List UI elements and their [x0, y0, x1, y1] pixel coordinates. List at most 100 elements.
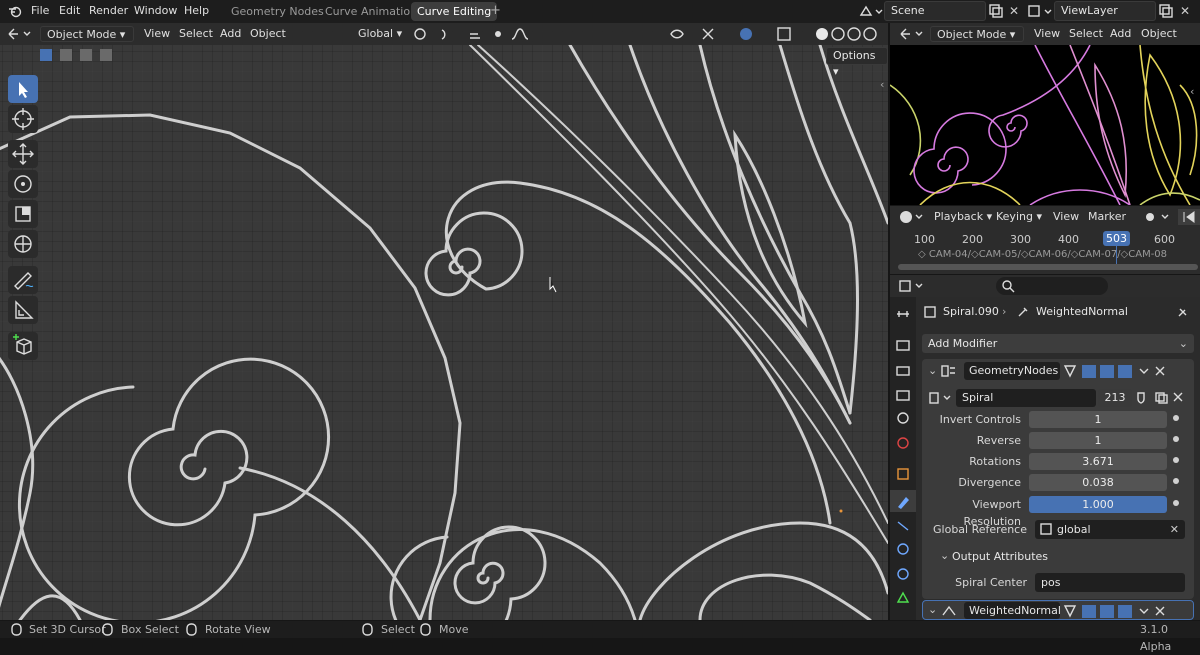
preview-object-mode-dropdown[interactable]: Object Mode ▾ — [930, 26, 1024, 42]
blender-logo-icon[interactable] — [7, 3, 23, 19]
clear-reference-icon[interactable]: ✕ — [1170, 520, 1179, 539]
delete-scene-icon[interactable]: ✕ — [1009, 0, 1019, 22]
keyframe-controls-icons[interactable] — [1142, 209, 1200, 225]
mouse-right-icon — [362, 623, 373, 636]
viewport-menu-view[interactable]: View — [144, 26, 170, 42]
modifier-name-input[interactable]: GeometryNodes — [964, 362, 1060, 380]
scene-selector[interactable]: Scene — [884, 1, 986, 21]
view-layer-selector[interactable]: ViewLayer — [1054, 1, 1156, 21]
timeline[interactable]: Playback ▾ Keying ▾ View Marker 100 200 … — [890, 206, 1200, 274]
properties-editor-icon[interactable] — [898, 278, 926, 294]
options-dropdown[interactable]: Options ▾ — [826, 47, 888, 78]
menu-render[interactable]: Render — [89, 0, 128, 22]
timeline-menu-marker[interactable]: Marker — [1088, 209, 1126, 225]
rotations-field[interactable]: 3.671 — [1029, 453, 1167, 470]
add-modifier-button[interactable]: Add Modifier ⌄ — [922, 334, 1194, 353]
preview-menu-add[interactable]: Add — [1110, 26, 1131, 42]
tab-curve-animation[interactable]: Curve Animation — [319, 2, 423, 21]
tool-move[interactable] — [8, 140, 38, 168]
breadcrumb-modifier[interactable]: WeightedNormal — [1036, 305, 1128, 318]
global-reference-field[interactable]: global ✕ — [1035, 520, 1185, 539]
camera-preview[interactable]: ‹ — [890, 45, 1200, 205]
preview-menu-select[interactable]: Select — [1069, 26, 1103, 42]
collapse-icon[interactable]: ⌄ — [928, 364, 937, 377]
add-workspace-button[interactable]: + — [490, 0, 501, 22]
pin-icon[interactable] — [1176, 305, 1190, 319]
keyframe-dot-icon[interactable] — [1173, 500, 1179, 506]
keyframe-dot-icon[interactable] — [1173, 457, 1179, 463]
options-label: Options — [833, 49, 876, 62]
tool-transform[interactable] — [8, 230, 38, 258]
tool-select-box[interactable] — [8, 75, 38, 103]
viewport-menu-object[interactable]: Object — [250, 26, 286, 42]
tool-rotate[interactable] — [8, 170, 38, 198]
timeline-editor-icon[interactable] — [898, 209, 926, 225]
properties-tab-icons[interactable] — [890, 297, 916, 620]
node-group-input[interactable]: Spiral — [956, 389, 1096, 407]
scene-icon[interactable] — [858, 3, 884, 19]
modifier2-name-input[interactable]: WeightedNormal — [964, 602, 1061, 619]
modifier2-toggle-icons[interactable] — [1062, 603, 1172, 619]
copy-scene-icon[interactable] — [988, 3, 1004, 19]
reverse-field[interactable]: 1 — [1029, 432, 1167, 449]
menu-edit[interactable]: Edit — [59, 0, 80, 22]
tool-add-cube[interactable] — [8, 332, 38, 360]
sidebar-toggle-icon[interactable]: ‹ — [880, 78, 884, 91]
divergence-field[interactable]: 0.038 — [1029, 474, 1167, 491]
global-reference-label: Global Reference — [933, 523, 1027, 536]
keyframe-dot-icon[interactable] — [1173, 478, 1179, 484]
node-tree-icon[interactable] — [928, 390, 958, 406]
timeline-menu-view[interactable]: View — [1053, 209, 1079, 225]
collapse-icon[interactable]: ⌄ — [928, 603, 937, 616]
invert-controls-field[interactable]: 1 — [1029, 411, 1167, 428]
snapping-icons[interactable] — [412, 26, 532, 42]
viewport-resolution-field[interactable]: 1.000 — [1029, 496, 1167, 513]
timeline-scrollbar[interactable] — [898, 264, 1198, 270]
viewport-menu-select[interactable]: Select — [179, 26, 213, 42]
preview-sidebar-toggle-icon[interactable]: ‹ — [1190, 85, 1194, 98]
current-frame-badge[interactable]: 503 — [1103, 231, 1130, 246]
timeline-menu-playback[interactable]: Playback ▾ — [934, 209, 992, 225]
camera-markers[interactable]: ◇ CAM-04/◇CAM-05/◇CAM-06/◇CAM-07/◇CAM-08 — [918, 249, 1167, 260]
menu-help[interactable]: Help — [184, 0, 209, 22]
node-group-users[interactable]: 213 — [1098, 389, 1132, 407]
breadcrumb-object[interactable]: Spiral.090 — [943, 305, 999, 318]
output-attributes-toggle-icon[interactable]: ⌄ — [940, 549, 949, 562]
properties-search-input[interactable] — [996, 277, 1108, 295]
tab-curve-editing[interactable]: Curve Editing — [411, 2, 498, 21]
status-box-select: Box Select — [121, 623, 179, 636]
modifier-name-value: GeometryNodes — [969, 364, 1059, 377]
output-attributes-header[interactable]: Output Attributes — [952, 550, 1048, 563]
viewport-shading-icons[interactable] — [668, 26, 888, 42]
modifier-toggle-icons[interactable] — [1062, 363, 1172, 379]
tool-scale[interactable] — [8, 200, 38, 228]
node-group-value: Spiral — [962, 391, 994, 404]
object-field-icon — [1040, 523, 1052, 535]
object-mode-dropdown[interactable]: Object Mode ▾ — [40, 26, 134, 42]
editor-type-icon[interactable] — [6, 26, 34, 42]
3d-viewport[interactable]: Object Mode ▾ View Select Add Object Glo… — [0, 23, 888, 620]
timeline-menu-keying[interactable]: Keying ▾ — [996, 209, 1042, 225]
viewport-menu-add[interactable]: Add — [220, 26, 241, 42]
viewport-header: Object Mode ▾ View Select Add Object Glo… — [0, 23, 888, 45]
box-select-mode-icon[interactable] — [38, 47, 120, 63]
preview-menu-view[interactable]: View — [1034, 26, 1060, 42]
preview-mode-label: Object Mode — [937, 28, 1007, 41]
menu-window[interactable]: Window — [134, 0, 177, 22]
keyframe-dot-icon[interactable] — [1173, 436, 1179, 442]
preview-editor-type-icon[interactable] — [898, 26, 926, 42]
transform-orientation-dropdown[interactable]: Global ▾ — [340, 26, 406, 42]
preview-menu-object[interactable]: Object — [1141, 26, 1177, 42]
selection-mode-buttons[interactable] — [38, 47, 120, 63]
keyframe-dot-icon[interactable] — [1173, 415, 1179, 421]
view-layer-icon[interactable] — [1027, 3, 1055, 19]
delete-view-layer-icon[interactable]: ✕ — [1180, 0, 1190, 22]
tab-geometry-nodes[interactable]: Geometry Nodes — [225, 2, 330, 21]
tool-cursor[interactable] — [8, 105, 38, 133]
tool-measure[interactable] — [8, 296, 38, 324]
node-group-action-icons[interactable] — [1134, 391, 1190, 405]
menu-file[interactable]: File — [31, 0, 49, 22]
spiral-center-field[interactable]: pos — [1035, 573, 1185, 592]
copy-view-layer-icon[interactable] — [1158, 3, 1174, 19]
tool-annotate[interactable] — [8, 266, 38, 294]
